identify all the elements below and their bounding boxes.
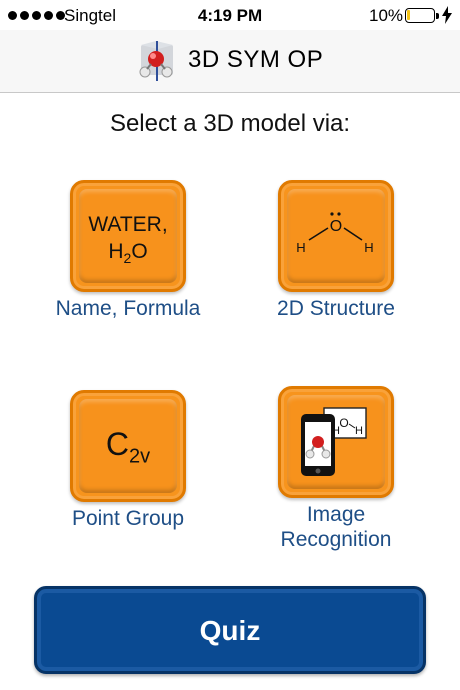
battery-icon <box>405 8 435 23</box>
quiz-button[interactable]: Quiz <box>34 586 426 674</box>
image-recognition-button[interactable]: O H H <box>278 386 394 498</box>
point-group-icon: C2v <box>105 426 151 468</box>
name-formula-button[interactable]: WATER, H2O <box>70 180 186 292</box>
name-formula-label[interactable]: Name, Formula <box>30 296 226 321</box>
svg-text:H: H <box>332 425 340 437</box>
battery-percentage: 10% <box>369 6 404 25</box>
quiz-button-label: Quiz <box>199 615 261 646</box>
svg-text:H: H <box>355 425 363 437</box>
2d-structure-button[interactable]: O H H <box>278 180 394 292</box>
page-title: 3D SYM OP <box>188 46 324 73</box>
charging-bolt-icon <box>442 6 452 24</box>
svg-text:H: H <box>364 240 373 255</box>
svg-text:O: O <box>330 218 342 235</box>
image-recognition-label[interactable]: Image Recognition <box>236 502 436 552</box>
2d-structure-label[interactable]: 2D Structure <box>236 296 436 321</box>
svg-text:H: H <box>296 240 305 255</box>
water-name-text: WATER, <box>88 213 168 236</box>
water-formula-text: H2O <box>108 240 148 267</box>
status-bar: Singtel 4:19 PM 10% <box>0 0 460 30</box>
point-group-button[interactable]: C2v <box>70 390 186 502</box>
instruction-text: Select a 3D model via: <box>109 110 351 137</box>
nav-bar: 3D SYM OP <box>0 30 460 93</box>
phone-camera-icon: O H H <box>301 407 367 476</box>
water-structure-icon: O H H <box>296 212 374 255</box>
svg-text:O: O <box>339 416 348 430</box>
molecule-axes-icon <box>139 41 173 81</box>
point-group-label[interactable]: Point Group <box>30 506 226 531</box>
